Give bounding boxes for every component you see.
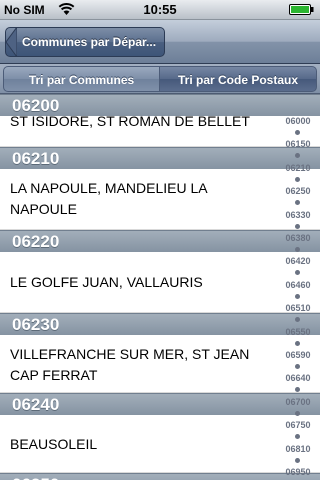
section-header: 06240	[0, 393, 320, 415]
index-dot	[295, 200, 300, 206]
index-entry[interactable]: 06420	[276, 256, 320, 266]
index-dot	[295, 364, 300, 369]
section-code: 06220	[12, 232, 60, 251]
index-dot	[295, 130, 300, 135]
tab-sort-by-communes-label: Tri par Communes	[28, 73, 135, 87]
index-dot	[295, 293, 300, 299]
list-item[interactable]: LA NAPOULE, MANDELIEU LA NAPOULE	[0, 169, 320, 230]
index-dot	[295, 153, 300, 159]
index-dot	[295, 176, 300, 182]
index-entry[interactable]: 06510	[276, 303, 320, 313]
back-button[interactable]: Communes par Dépar...	[5, 27, 165, 57]
section-header: 06210	[0, 147, 320, 169]
index-entry[interactable]: 06640	[276, 373, 320, 383]
index-entry[interactable]: 06950	[276, 467, 320, 477]
tab-sort-by-communes[interactable]: Tri par Communes	[3, 66, 160, 92]
index-dot	[295, 270, 300, 276]
index-entry[interactable]: 06700	[276, 397, 320, 407]
index-entry[interactable]: 06460	[276, 280, 320, 290]
list-item-label: ST ISIDORE, ST ROMAN DE BELLET	[10, 112, 250, 129]
index-entry[interactable]: 06210	[276, 163, 320, 173]
index-entry[interactable]: 06810	[276, 444, 320, 454]
clock: 10:55	[143, 2, 177, 17]
index-dot	[295, 223, 300, 229]
index-entry[interactable]: 06330	[276, 210, 320, 220]
index-entry[interactable]: 06550	[276, 327, 320, 337]
status-bar: No SIM 10:55	[0, 0, 320, 20]
list-item[interactable]: ST ISIDORE, ST ROMAN DE BELLET	[0, 113, 320, 147]
index-entry[interactable]: 06150	[276, 139, 320, 149]
list-item[interactable]: VILLEFRANCHE SUR MER, ST JEAN CAP FERRAT	[0, 335, 320, 393]
section-code: 06250	[12, 475, 59, 480]
index-dot	[295, 317, 300, 323]
back-chevron-icon	[6, 28, 17, 56]
index-dot	[295, 340, 300, 346]
navigation-bar: Communes par Dépar...	[0, 20, 320, 64]
list-item-label: BEAUSOLEIL	[10, 435, 98, 452]
index-dot	[295, 387, 300, 393]
index-entry[interactable]: 06000	[276, 116, 320, 126]
list-item-label: VILLEFRANCHE SUR MER, ST JEAN CAP FERRAT	[10, 346, 250, 383]
section-header: 06250	[0, 473, 320, 480]
list-item[interactable]: LE GOLFE JUAN, VALLAURIS	[0, 252, 320, 313]
index-dot	[295, 457, 300, 463]
index-entry[interactable]: 06590	[276, 350, 320, 360]
list-item[interactable]: BEAUSOLEIL	[0, 415, 320, 473]
battery-icon	[289, 4, 314, 15]
sort-segmented-control: Tri par Communes Tri par Code Postaux	[0, 64, 320, 94]
section-code: 06230	[12, 315, 60, 334]
list-item-label: LE GOLFE JUAN, VALLAURIS	[10, 273, 203, 290]
index-dot	[295, 247, 300, 252]
index-dot	[295, 410, 300, 416]
tab-sort-by-postal-code[interactable]: Tri par Code Postaux	[160, 66, 317, 92]
index-entry[interactable]: 06250	[276, 186, 320, 196]
index-entry[interactable]: 06750	[276, 420, 320, 430]
section-header: 06220	[0, 230, 320, 252]
section-index[interactable]: 06000 06150 06210 06250 06330 06380 06420 06460…	[276, 94, 320, 480]
list-item-label: LA NAPOULE, MANDELIEU LA NAPOULE	[10, 180, 207, 217]
section-header: 06230	[0, 313, 320, 335]
back-button-label: Communes par Dépar...	[22, 35, 157, 49]
tab-sort-by-postal-code-label: Tri par Code Postaux	[177, 73, 299, 87]
index-dot	[295, 434, 300, 440]
section-code: 06240	[12, 395, 60, 414]
index-entry[interactable]: 06380	[276, 233, 320, 243]
commune-list[interactable]: 06200 ST ISIDORE, ST ROMAN DE BELLET 062…	[0, 94, 320, 480]
section-code: 06210	[12, 149, 60, 168]
